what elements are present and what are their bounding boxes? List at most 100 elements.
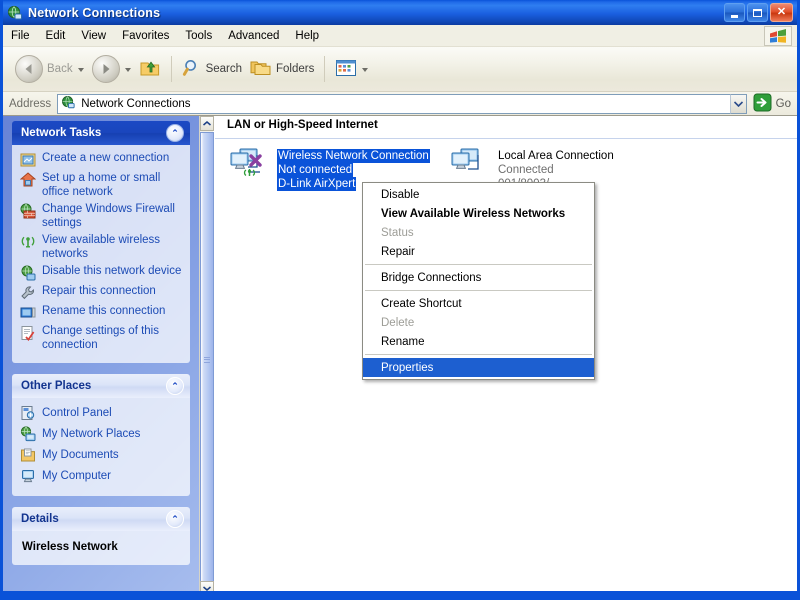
status-strip xyxy=(3,591,797,596)
panel-title: Other Places xyxy=(21,380,91,392)
sidebar-item-view-wireless-networks[interactable]: View available wireless networks xyxy=(20,233,182,261)
panel-body-details: Wireless Network xyxy=(12,531,190,565)
go-button[interactable]: Go xyxy=(747,93,797,115)
scroll-up-icon[interactable] xyxy=(200,116,214,131)
sidebar-item-label: Repair this connection xyxy=(42,284,156,298)
sidebar-item-label: Create a new connection xyxy=(42,151,169,165)
panel-header-other-places[interactable]: Other Places ⌃ xyxy=(12,374,190,398)
sidebar-item-rename-connection[interactable]: Rename this connection xyxy=(20,304,182,321)
panel-body-other-places: Control Panel My Network Places xyxy=(12,398,190,496)
toolbar-separator xyxy=(171,56,172,82)
connection-device: D-Link AirXpert xyxy=(277,177,356,191)
go-arrow-icon xyxy=(753,93,772,115)
sidebar-item-change-firewall-settings[interactable]: Change Windows Firewall settings xyxy=(20,202,182,230)
forward-arrow-icon xyxy=(92,55,120,83)
back-dropdown-icon[interactable] xyxy=(78,68,84,72)
sidebar-item-my-documents[interactable]: My Documents xyxy=(20,446,182,463)
panel-header-details[interactable]: Details ⌃ xyxy=(12,507,190,531)
views-grid-icon xyxy=(335,58,357,81)
sidebar-item-control-panel[interactable]: Control Panel xyxy=(20,404,182,421)
context-menu-item-view-available-wireless-networks[interactable]: View Available Wireless Networks xyxy=(363,204,594,223)
settings-icon xyxy=(20,325,36,341)
address-bar: Address Network Connections Go xyxy=(3,92,797,116)
context-menu-item-create-shortcut[interactable]: Create Shortcut xyxy=(363,294,594,313)
group-divider xyxy=(215,138,797,139)
sidebar-item-change-settings[interactable]: Change settings of this connection xyxy=(20,324,182,352)
context-menu-item-bridge-connections[interactable]: Bridge Connections xyxy=(363,268,594,287)
connection-status: Connected xyxy=(498,164,554,176)
menu-file[interactable]: File xyxy=(3,28,38,44)
minimize-button[interactable] xyxy=(724,3,745,22)
connection-name: Local Area Connection xyxy=(498,150,614,162)
maximize-button[interactable] xyxy=(747,3,768,22)
back-button[interactable]: Back xyxy=(11,52,88,86)
menu-bar: File Edit View Favorites Tools Advanced … xyxy=(3,25,797,47)
address-input[interactable]: Network Connections xyxy=(57,94,729,114)
back-arrow-icon xyxy=(15,55,43,83)
close-button[interactable]: ✕ xyxy=(770,3,793,22)
menu-edit[interactable]: Edit xyxy=(38,28,74,44)
chevron-up-icon[interactable]: ⌃ xyxy=(166,124,184,142)
sidebar-item-my-computer[interactable]: My Computer xyxy=(20,467,182,484)
sidebar-item-my-network-places[interactable]: My Network Places xyxy=(20,425,182,442)
control-panel-icon xyxy=(20,405,36,421)
panel-header-network-tasks[interactable]: Network Tasks ⌃ xyxy=(12,121,190,145)
sidebar-item-create-new-connection[interactable]: Create a new connection xyxy=(20,151,182,168)
magnifier-icon xyxy=(182,58,202,81)
chevron-up-icon[interactable]: ⌃ xyxy=(166,510,184,528)
menu-favorites[interactable]: Favorites xyxy=(114,28,177,44)
back-label: Back xyxy=(47,63,73,75)
wireless-signal-icon xyxy=(20,234,36,250)
context-menu-item-disable[interactable]: Disable xyxy=(363,185,594,204)
panel-title: Network Tasks xyxy=(21,127,101,139)
my-computer-icon xyxy=(20,468,36,484)
address-label: Address xyxy=(3,98,57,110)
sidebar-item-label: Change settings of this connection xyxy=(42,324,182,352)
chevron-down-icon[interactable] xyxy=(730,94,747,114)
folders-button[interactable]: Folders xyxy=(246,52,318,86)
wireless-connection-disconnected-icon xyxy=(229,146,271,182)
chevron-up-icon[interactable]: ⌃ xyxy=(166,377,184,395)
forward-dropdown-icon[interactable] xyxy=(125,68,131,72)
window-controls: ✕ xyxy=(724,3,793,22)
sidebar-item-label: Rename this connection xyxy=(42,304,165,318)
menu-tools[interactable]: Tools xyxy=(177,28,220,44)
sidebar-item-label: Set up a home or small office network xyxy=(42,171,182,199)
home-network-icon xyxy=(20,172,36,188)
menu-view[interactable]: View xyxy=(73,28,114,44)
scroll-thumb[interactable] xyxy=(200,132,214,587)
forward-button[interactable] xyxy=(88,52,135,86)
context-menu-item-properties[interactable]: Properties xyxy=(363,358,594,377)
panel-network-tasks: Network Tasks ⌃ Create a new connection xyxy=(12,121,190,363)
sidebar-scrollbar[interactable] xyxy=(199,116,213,596)
go-label: Go xyxy=(776,98,791,110)
sidebar-item-setup-home-network[interactable]: Set up a home or small office network xyxy=(20,171,182,199)
sidebar-item-label: My Computer xyxy=(42,470,111,482)
menu-help[interactable]: Help xyxy=(287,28,327,44)
new-connection-icon xyxy=(20,152,36,168)
panel-title: Details xyxy=(21,513,59,525)
content-pane[interactable]: LAN or High-Speed Internet xyxy=(214,116,797,596)
connection-status: Not connected xyxy=(277,163,353,177)
connection-name: Wireless Network Connection xyxy=(277,149,430,163)
my-documents-icon xyxy=(20,447,36,463)
menu-advanced[interactable]: Advanced xyxy=(220,28,287,44)
folders-icon xyxy=(250,58,272,80)
sidebar-item-label: Control Panel xyxy=(42,407,112,419)
sidebar-item-repair-connection[interactable]: Repair this connection xyxy=(20,284,182,301)
sidebar-item-label: My Network Places xyxy=(42,428,140,440)
sidebar-item-disable-network-device[interactable]: Disable this network device xyxy=(20,264,182,281)
context-menu-item-repair[interactable]: Repair xyxy=(363,242,594,261)
search-button[interactable]: Search xyxy=(178,52,246,86)
title-bar[interactable]: Network Connections ✕ xyxy=(3,0,797,25)
sidebar-item-label: Change Windows Firewall settings xyxy=(42,202,182,230)
windows-flag-icon[interactable] xyxy=(764,26,792,46)
sidebar-item-label: Disable this network device xyxy=(42,264,181,278)
views-button[interactable] xyxy=(331,52,372,86)
context-menu-item-rename[interactable]: Rename xyxy=(363,332,594,351)
up-button[interactable] xyxy=(135,52,165,86)
context-menu-separator xyxy=(365,354,592,355)
context-menu[interactable]: Disable View Available Wireless Networks… xyxy=(362,182,595,380)
views-dropdown-icon[interactable] xyxy=(362,68,368,72)
panel-details: Details ⌃ Wireless Network xyxy=(12,507,190,565)
